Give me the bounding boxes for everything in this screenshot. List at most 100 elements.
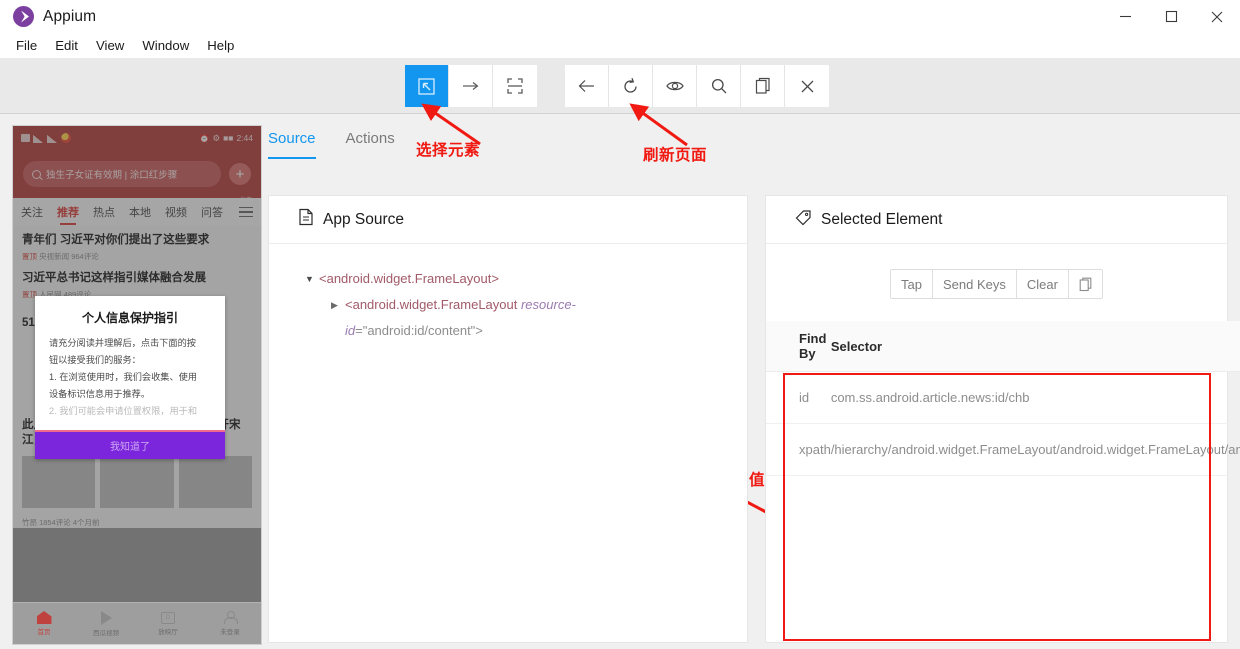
tab-source[interactable]: Source	[268, 130, 316, 159]
toolbar-group-right	[565, 65, 829, 107]
selected-element-actions: Tap Send Keys Clear	[766, 269, 1227, 299]
title-bar: Appium	[0, 0, 1240, 33]
device-tab-qa[interactable]: 问答	[201, 204, 223, 220]
inspector-tabs: Source Actions	[268, 130, 395, 159]
tree-node-root[interactable]: ▼ <android.widget.FrameLayout>	[269, 266, 747, 292]
annotation-select-element: 选择元素	[416, 141, 481, 159]
table-row[interactable]: id com.ss.android.article.news:id/chb Ge…	[766, 371, 1240, 424]
menu-item-window[interactable]: Window	[133, 36, 198, 56]
cell-find-by: xpath	[766, 423, 831, 476]
inspector-toolbar	[0, 58, 1240, 114]
device-news-meta: 置顶 央视新闻 964评论	[22, 251, 252, 262]
cell-selector: com.ss.android.article.news:id/chb	[830, 371, 1240, 424]
signal2-icon	[47, 133, 58, 143]
device-tab-hot[interactable]: 热点	[93, 204, 115, 220]
bluetooth-icon: ⚙	[212, 132, 221, 143]
annotation-refresh-page: 刷新页面	[643, 146, 708, 164]
document-icon	[298, 208, 314, 231]
device-news-comments: 964评论	[71, 252, 99, 261]
tree-node-attr-value: ="android:id/content">	[355, 323, 483, 338]
maximize-icon[interactable]	[1148, 0, 1194, 33]
device-news-headline: 青年们 习近平对你们提出了这些要求	[22, 234, 210, 246]
device-nav-profile[interactable]: 未登录	[199, 611, 261, 636]
app-badge-icon	[61, 133, 71, 143]
person-icon	[224, 611, 238, 624]
menu-item-view[interactable]: View	[87, 36, 133, 56]
device-dialog-line-5: 2. 我们可能会申请位置权限，用于和	[49, 406, 198, 416]
back-button[interactable]	[565, 65, 609, 107]
app-source-header: App Source	[269, 196, 747, 244]
menu-item-edit[interactable]: Edit	[46, 36, 87, 56]
source-tree: ▼ <android.widget.FrameLayout> ▶ <androi…	[269, 244, 747, 344]
device-privacy-dialog: 个人信息保护指引 请充分阅读并理解后，点击下面的按 钮以接受我们的服务： 1. …	[35, 296, 225, 459]
device-tab-video[interactable]: 视频	[165, 204, 187, 220]
device-nav-label: 西瓜视频	[93, 629, 119, 637]
device-screenshot[interactable]: ⏰ ⚙ ■■ 2:44 独生子女证有效期 | 涂口红步骤 + 发布 关注 推荐 …	[12, 125, 262, 645]
battery-icon: ■■	[223, 133, 234, 143]
close-icon[interactable]	[1194, 0, 1240, 33]
hamburger-menu-icon[interactable]	[239, 206, 253, 218]
minimize-icon[interactable]	[1102, 0, 1148, 33]
toolbar-group-left	[405, 65, 537, 107]
device-thumbnail	[178, 456, 252, 508]
device-status-bar: ⏰ ⚙ ■■ 2:44	[13, 126, 261, 150]
device-nav-home[interactable]: 首页	[13, 611, 75, 636]
device-news-item[interactable]: 青年们 习近平对你们提出了这些要求 置顶 央视新闻 964评论	[13, 226, 261, 264]
device-dialog-confirm-button[interactable]: 我知道了	[35, 432, 225, 459]
app-source-panel: App Source ▼ <android.widget.FrameLayout…	[268, 195, 748, 643]
send-keys-button[interactable]: Send Keys	[933, 270, 1017, 298]
table-row[interactable]: xpath /hierarchy/android.widget.FrameLay…	[766, 423, 1240, 476]
cell-find-by: id	[766, 371, 831, 424]
tap-button[interactable]: Tap	[891, 270, 933, 298]
swipe-button[interactable]	[449, 65, 493, 107]
clear-button[interactable]: Clear	[1016, 270, 1069, 298]
chevron-right-icon[interactable]: ▶	[331, 292, 345, 318]
search-icon	[32, 169, 41, 179]
table-header-row: Find By Selector Time (ms)	[766, 321, 1240, 372]
search-icon[interactable]	[697, 65, 741, 107]
device-nav-label: 首页	[37, 629, 51, 636]
device-clock: 2:44	[236, 133, 253, 143]
appium-logo-icon	[13, 6, 34, 27]
app-source-title: App Source	[323, 210, 404, 228]
device-thumbnail	[100, 456, 174, 508]
tree-node-child[interactable]: ▶ <android.widget.FrameLayout resource-i…	[269, 292, 747, 344]
device-tab-local[interactable]: 本地	[129, 204, 151, 220]
cell-selector: /hierarchy/android.widget.FrameLayout/an…	[830, 423, 1240, 476]
device-tab-follow[interactable]: 关注	[21, 204, 43, 220]
device-dialog-line-1: 请充分阅读并理解后，点击下面的按	[49, 338, 196, 348]
select-element-button[interactable]	[405, 65, 449, 107]
device-tab-recommend[interactable]: 推荐	[57, 204, 79, 225]
alarm-icon: ⏰	[198, 132, 210, 143]
close-x-icon[interactable]	[785, 65, 829, 107]
menu-item-help[interactable]: Help	[198, 36, 243, 56]
tap-by-coordinates-button[interactable]	[493, 65, 537, 107]
chevron-down-icon[interactable]: ▼	[305, 266, 319, 292]
device-nav-video[interactable]: 西瓜视频	[75, 610, 137, 637]
menu-bar: File Edit View Window Help	[0, 33, 1240, 58]
tree-node-tag: <android.widget.FrameLayout>	[319, 271, 499, 286]
copy-button[interactable]	[1068, 270, 1102, 298]
copy-icon[interactable]	[741, 65, 785, 107]
device-dialog-line-4: 设备标识信息用于推荐。	[49, 389, 151, 399]
selected-element-title: Selected Element	[821, 210, 943, 228]
device-dialog-line-2: 钮以接受我们的服务：	[49, 355, 141, 365]
device-news-tag: 置顶	[22, 252, 37, 261]
device-article-comments: 1854评论	[39, 518, 71, 527]
refresh-icon[interactable]	[609, 65, 653, 107]
selected-element-header: Selected Element	[766, 196, 1227, 244]
device-news-source: 央视新闻	[39, 252, 70, 261]
home-icon	[36, 611, 52, 624]
tab-actions[interactable]: Actions	[346, 130, 395, 159]
device-publish-button[interactable]: +	[229, 163, 251, 185]
device-dialog-title: 个人信息保护指引	[81, 311, 178, 325]
device-article-source: 竹昂	[22, 518, 37, 527]
device-search-input[interactable]: 独生子女证有效期 | 涂口红步骤	[23, 161, 221, 187]
device-article-time: 4个月前	[72, 518, 100, 527]
menu-item-file[interactable]: File	[7, 36, 46, 56]
action-button-group: Tap Send Keys Clear	[890, 269, 1103, 299]
signal-icon	[33, 133, 44, 143]
device-nav-cinema[interactable]: D 放映厅	[137, 611, 199, 636]
tv-icon: D	[161, 611, 175, 624]
eye-icon[interactable]	[653, 65, 697, 107]
